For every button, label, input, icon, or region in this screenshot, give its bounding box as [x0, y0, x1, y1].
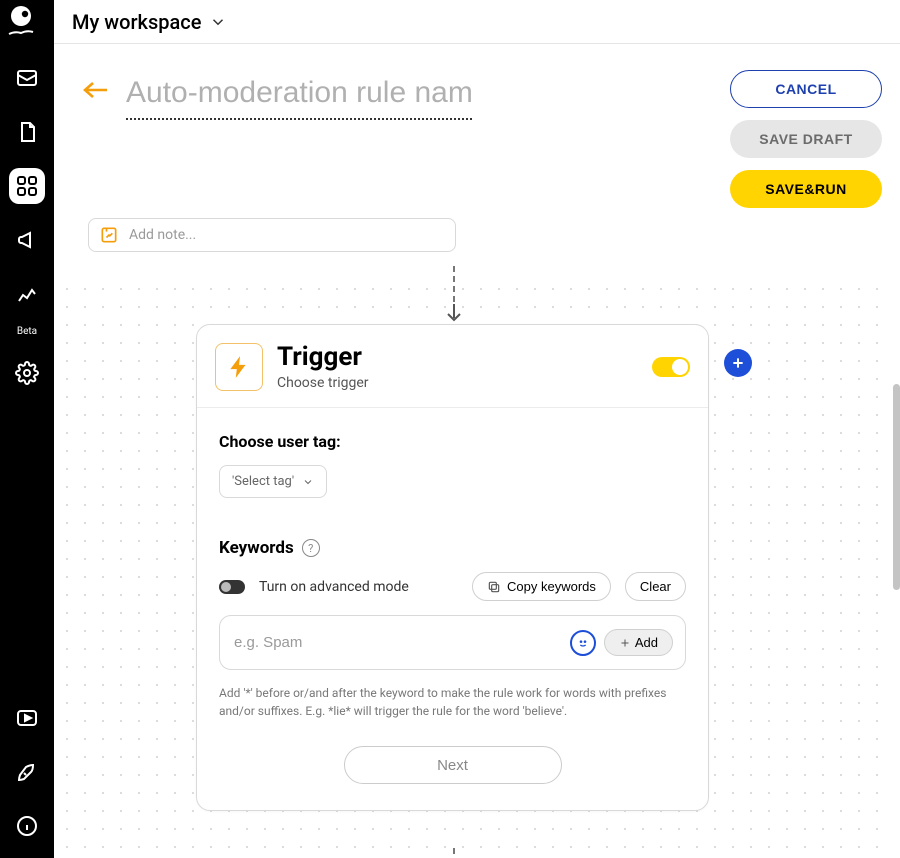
app-logo: [6, 4, 48, 42]
rule-name-input[interactable]: [126, 70, 472, 120]
arrow-down-icon: [444, 304, 464, 324]
keywords-hint: Add '*' before or/and after the keyword …: [219, 684, 686, 720]
connector-bottom: [453, 848, 455, 858]
tag-select[interactable]: 'Select tag': [219, 465, 327, 498]
emoji-picker-button[interactable]: [570, 630, 596, 656]
nav-automod[interactable]: [9, 168, 45, 204]
keyword-input[interactable]: [232, 628, 562, 657]
nav-video[interactable]: [9, 700, 45, 736]
scrollbar[interactable]: [889, 276, 900, 858]
keywords-help-icon[interactable]: ?: [302, 539, 320, 557]
advanced-mode-label: Turn on advanced mode: [259, 579, 409, 595]
trigger-subtitle: Choose trigger: [277, 375, 369, 391]
copy-keywords-button[interactable]: Copy keywords: [472, 572, 611, 601]
clear-keywords-button[interactable]: Clear: [625, 572, 686, 601]
smile-icon: [575, 635, 591, 651]
nav-document[interactable]: [9, 114, 45, 150]
trigger-card: Trigger Choose trigger Choose user tag: …: [196, 324, 709, 811]
scrollbar-thumb[interactable]: [893, 384, 900, 590]
plus-icon: [619, 637, 631, 649]
bolt-icon: [215, 343, 263, 391]
trigger-enable-toggle[interactable]: [652, 357, 690, 377]
choose-tag-label: Choose user tag:: [219, 432, 686, 451]
save-run-button[interactable]: SAVE&RUN: [730, 170, 882, 208]
plus-icon: [730, 355, 746, 371]
cancel-button[interactable]: CANCEL: [730, 70, 882, 108]
nav-rocket[interactable]: [9, 754, 45, 790]
nav-announce[interactable]: [9, 222, 45, 258]
nav-settings[interactable]: [9, 355, 45, 391]
save-draft-button: SAVE DRAFT: [730, 120, 882, 158]
beta-badge: Beta: [17, 326, 37, 337]
keywords-title: Keywords: [219, 538, 294, 558]
add-keyword-button[interactable]: Add: [604, 629, 673, 656]
topbar: My workspace: [54, 0, 900, 44]
nav-analytics[interactable]: [9, 276, 45, 312]
back-button[interactable]: [82, 76, 110, 104]
next-button[interactable]: Next: [344, 746, 562, 784]
workspace-name: My workspace: [72, 10, 201, 34]
copy-icon: [487, 580, 501, 594]
app-sidebar: Beta: [0, 0, 54, 858]
add-note-button[interactable]: Add note...: [88, 218, 456, 252]
chevron-down-icon: [302, 476, 314, 488]
nav-inbox[interactable]: [9, 60, 45, 96]
tag-select-placeholder: 'Select tag': [232, 474, 294, 489]
chevron-down-icon: [209, 13, 227, 31]
trigger-title: Trigger: [277, 343, 369, 373]
keywords-input-box: Add: [219, 615, 686, 670]
add-step-button[interactable]: [724, 349, 752, 377]
workspace-switcher[interactable]: My workspace: [72, 10, 227, 34]
nav-info[interactable]: [9, 808, 45, 844]
advanced-mode-toggle[interactable]: [219, 580, 245, 594]
note-placeholder-text: Add note...: [129, 227, 196, 243]
note-icon: [99, 225, 119, 245]
